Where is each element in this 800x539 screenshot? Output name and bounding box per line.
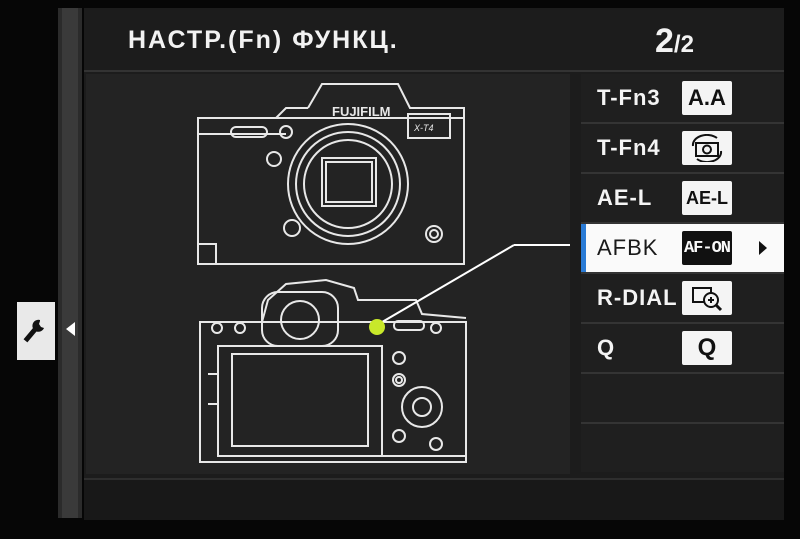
page-current: 2 [655,22,674,60]
list-item-label: Q [597,335,616,360]
wrench-icon [23,319,44,343]
lens-mount-outer [287,123,409,245]
list-item-label: R-DIAL [597,285,678,310]
pointer-line [376,244,515,326]
list-item-label: AFBK [597,235,659,260]
rear-dpad [401,386,443,428]
camera-rear-body [199,321,467,463]
camera-diagram: FUJIFILM X-T4 [86,74,580,474]
afbk-button-highlight [369,319,385,335]
zoom-in-icon [682,281,732,315]
function-list: T-Fn3 A.A T-Fn4 AE-L AE-L AFBK AF-ON R-D… [581,72,784,478]
page-indicator: 2/2 [655,22,694,61]
rear-lcd [217,345,383,457]
camera-diagram-svg: FUJIFILM X-T4 [197,83,580,463]
auto-metering-icon: A.A [682,81,732,115]
quick-menu-icon: Q [682,331,732,365]
af-on-icon: AF-ON [682,231,732,265]
camera-menu-screen: НАСТР.(Fn) ФУНКЦ. 2/2 FUJIFILM X-T4 T-Fn… [0,0,800,539]
setup-tab[interactable] [17,302,55,360]
list-item-afbk[interactable]: AFBK AF-ON [581,224,784,274]
camera-brand-text: FUJIFILM [332,104,391,119]
list-item-t-fn4[interactable]: T-Fn4 [581,124,784,174]
bottom-status-bar [84,478,784,520]
page-title: НАСТР.(Fn) ФУНКЦ. [128,26,399,54]
list-item-label: T-Fn4 [597,135,661,160]
list-item-r-dial[interactable]: R-DIAL [581,274,784,324]
list-item-label: AE-L [597,185,653,210]
list-item-q[interactable]: Q Q [581,324,784,374]
ae-lock-icon: AE-L [682,181,732,215]
list-item-t-fn3[interactable]: T-Fn3 A.A [581,74,784,124]
camera-model-text: X-T4 [413,123,434,133]
page-total: /2 [673,31,694,58]
submenu-arrow-icon[interactable] [759,241,767,255]
rotate-camera-icon [682,131,732,165]
selection-indicator [581,224,586,272]
list-item-label: T-Fn3 [597,85,661,110]
list-item-ae-l[interactable]: AE-L AE-L [581,174,784,224]
list-item-empty [581,424,784,472]
list-item-empty [581,374,784,424]
menu-side-strip-inner [62,8,78,518]
menu-back-arrow-icon[interactable] [66,322,75,336]
